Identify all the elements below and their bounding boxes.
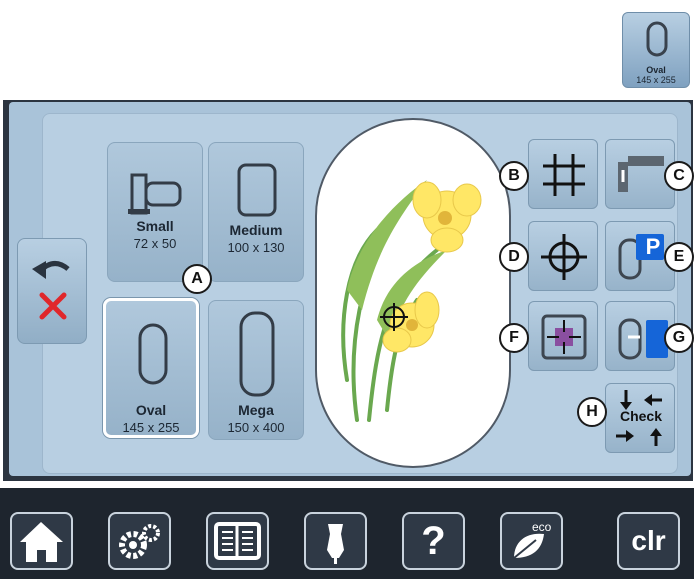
hoop-oval-size: 145 x 255 xyxy=(122,420,180,435)
hoop-small-size: 72 x 50 xyxy=(133,236,177,251)
hoop-oval-name: Oval xyxy=(135,402,167,418)
callout-e: E xyxy=(664,242,694,272)
preview-hoop-size: 145 x 255 xyxy=(636,75,676,85)
hoop-mega-name: Mega xyxy=(238,402,274,418)
callout-a: A xyxy=(182,264,212,294)
callout-g: G xyxy=(664,323,694,353)
clear-icon: clr xyxy=(631,525,666,556)
hoop-small-button[interactable]: Small 72 x 50 xyxy=(107,142,203,282)
settings-button[interactable] xyxy=(108,512,171,570)
oval-hoop-icon xyxy=(138,323,168,385)
oval-hoop-icon xyxy=(646,21,668,57)
park-label: P xyxy=(645,234,661,259)
hoop-mega-button[interactable]: Mega 150 x 400 xyxy=(208,300,304,440)
help-icon: ? xyxy=(421,519,446,563)
grid-button[interactable] xyxy=(528,139,598,209)
daffodil-design-image xyxy=(341,180,482,422)
hoop-medium-name: Medium xyxy=(229,222,283,238)
crosshair-icon xyxy=(541,234,587,280)
crosshair-icon xyxy=(380,303,408,331)
small-hoop-icon xyxy=(128,173,182,215)
center-button[interactable] xyxy=(528,221,598,291)
callout-h: H xyxy=(577,397,607,427)
callout-b: B xyxy=(499,161,529,191)
hoop-oval-button[interactable]: Oval 145 x 255 xyxy=(103,298,199,438)
tutorial-button[interactable] xyxy=(206,512,269,570)
help-button[interactable]: ? xyxy=(402,512,465,570)
home-icon xyxy=(20,522,63,562)
medium-hoop-icon xyxy=(237,163,277,217)
callout-c: C xyxy=(664,161,694,191)
settings-icon xyxy=(119,524,160,559)
tutorial-icon xyxy=(214,522,261,560)
hoop-medium-size: 100 x 130 xyxy=(227,240,285,255)
hoop-mega-size: 150 x 400 xyxy=(227,420,285,435)
preview-hoop-name: Oval xyxy=(646,65,666,75)
hoop-small-name: Small xyxy=(136,218,174,234)
check-button[interactable]: Check xyxy=(605,383,675,453)
dress-form-icon xyxy=(327,524,344,564)
home-button[interactable] xyxy=(10,512,73,570)
cancel-icon xyxy=(39,292,67,320)
move-hoop-icon xyxy=(541,314,587,360)
hoop-design-preview[interactable] xyxy=(315,118,511,468)
eco-icon xyxy=(513,533,544,559)
callout-f: F xyxy=(499,323,529,353)
grid-icon xyxy=(543,154,585,196)
hoop-medium-button[interactable]: Medium 100 x 130 xyxy=(208,142,304,282)
eco-button[interactable]: eco xyxy=(500,512,563,570)
creative-consultant-button[interactable] xyxy=(304,512,367,570)
selected-hoop-preview: Oval 145 x 255 xyxy=(622,12,690,88)
mega-hoop-icon xyxy=(239,311,275,397)
clear-button[interactable]: clr xyxy=(617,512,680,570)
move-hoop-button[interactable] xyxy=(528,301,598,371)
check-label: Check xyxy=(619,408,663,424)
back-cancel-button[interactable] xyxy=(17,238,87,344)
callout-d: D xyxy=(499,242,529,272)
